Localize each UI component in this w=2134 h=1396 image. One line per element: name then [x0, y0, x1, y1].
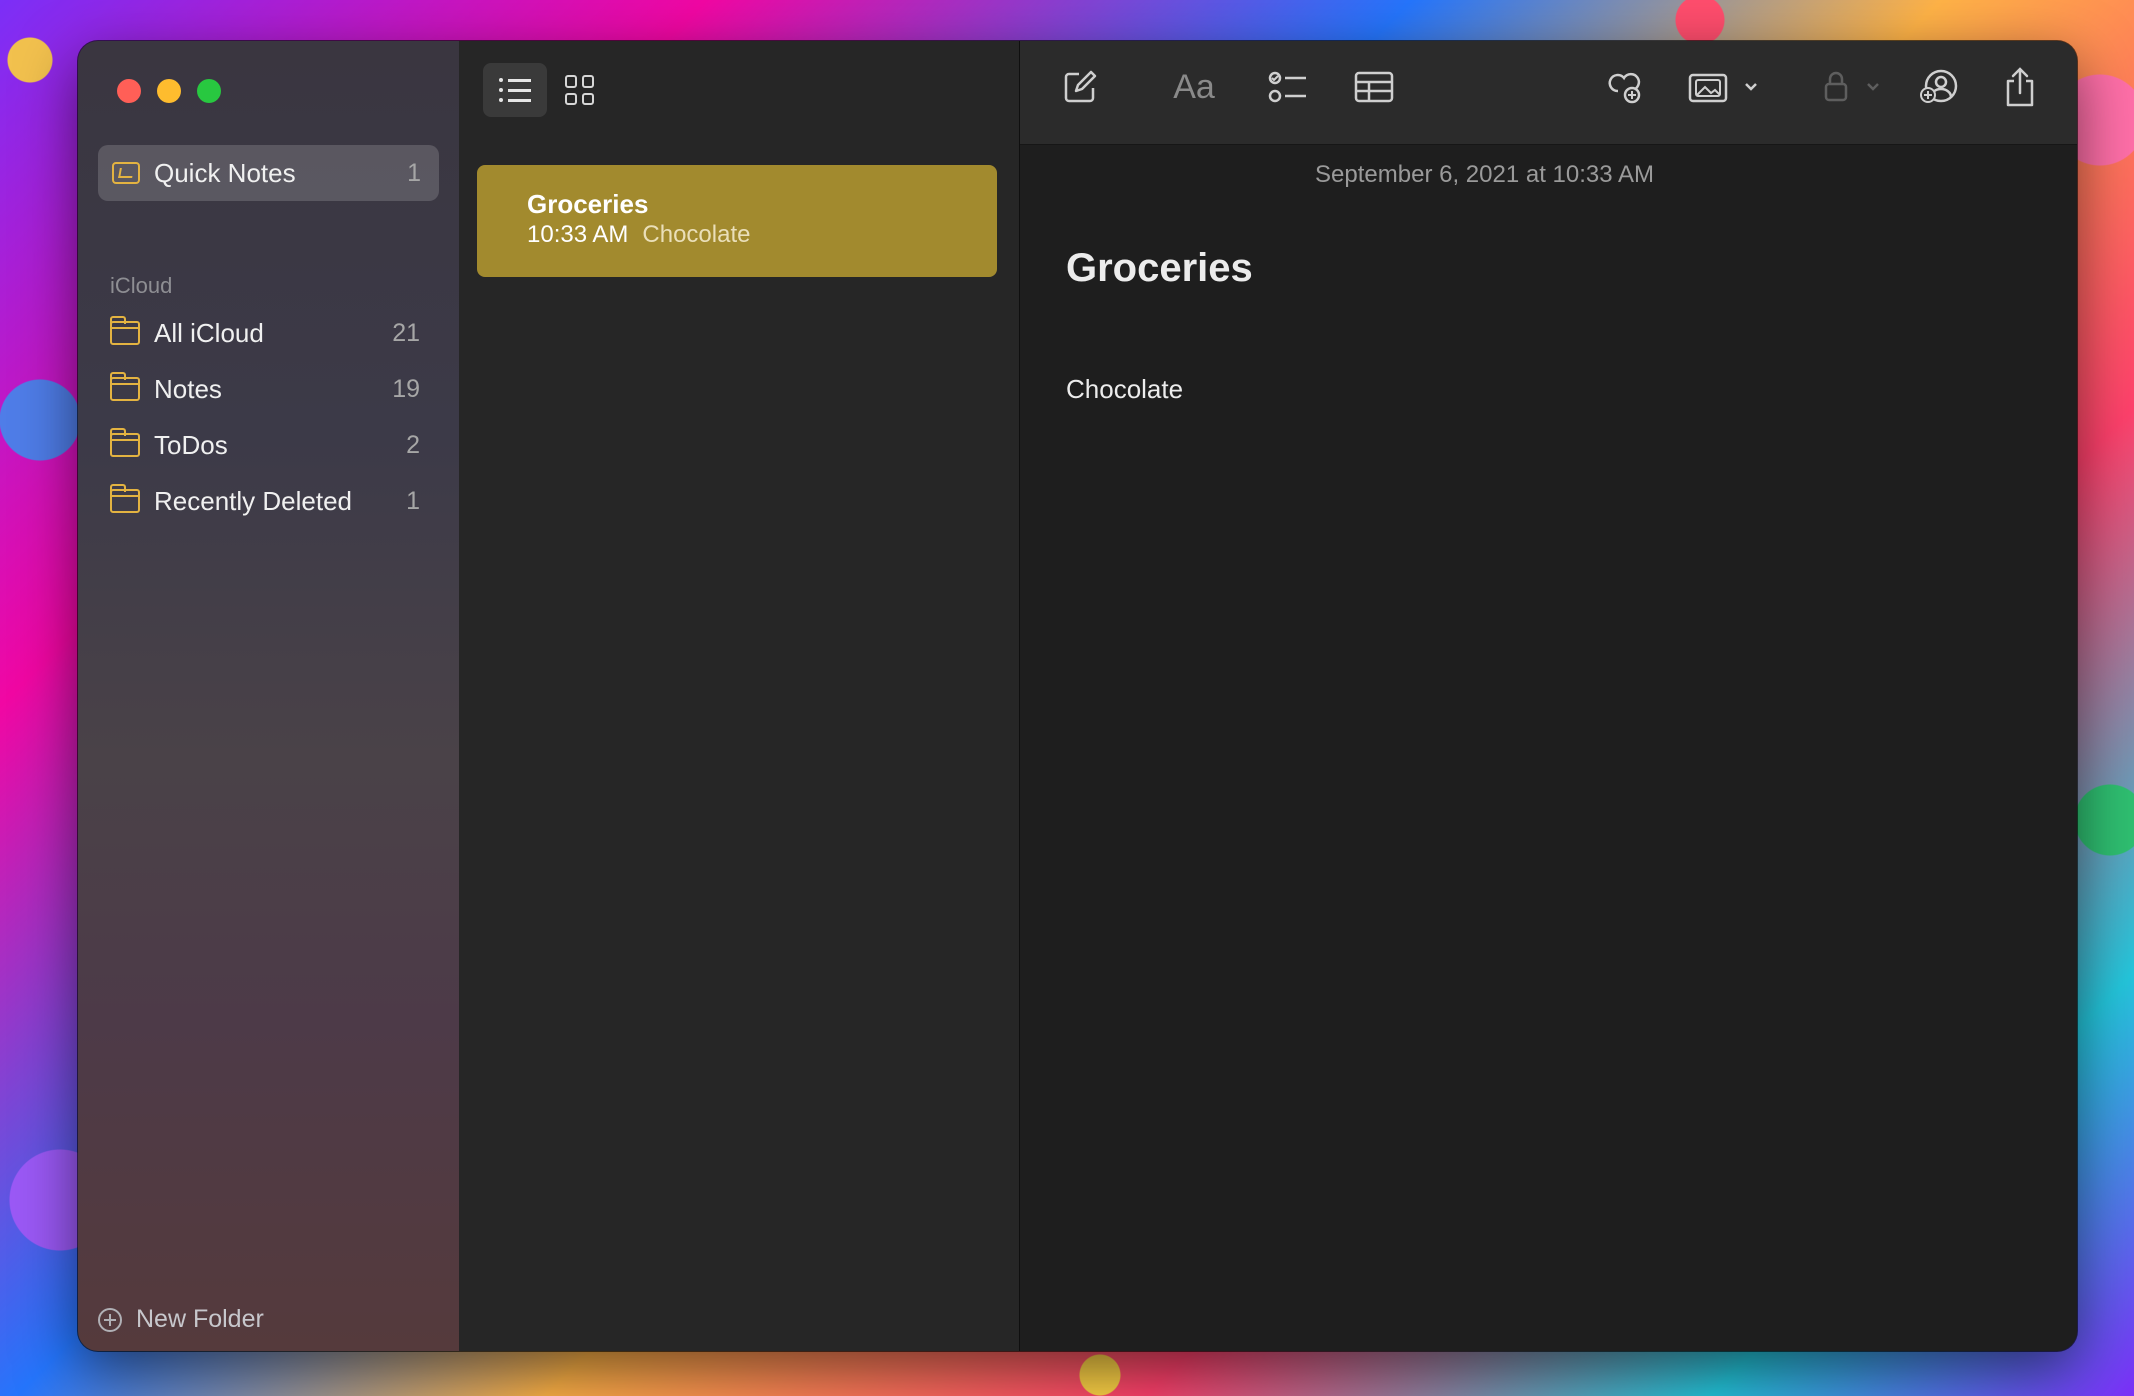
note-heading[interactable]: Groceries: [1066, 246, 1253, 291]
sidebar-item-label: All iCloud: [154, 317, 264, 348]
compose-icon[interactable]: [1060, 65, 1100, 109]
note-list: Groceries 10:33 AM Chocolate: [459, 41, 1059, 1351]
gallery-view-button[interactable]: [548, 63, 612, 117]
minimize-button[interactable]: [157, 79, 181, 103]
collaborate-icon[interactable]: [1602, 65, 1646, 109]
section-label-icloud: iCloud: [110, 273, 173, 298]
new-folder-button[interactable]: New Folder: [98, 1305, 264, 1334]
note-subtitle: 10:33 AM Chocolate: [527, 221, 750, 249]
folder-icon: [109, 372, 140, 401]
sidebar-item-all-icloud[interactable]: All iCloud 21: [109, 313, 430, 353]
sidebar-item-label: Quick Notes: [154, 157, 296, 188]
lock-icon[interactable]: [1820, 65, 1890, 109]
media-icon[interactable]: [1686, 65, 1770, 109]
new-folder-label: New Folder: [136, 1305, 264, 1333]
folder-icon: [109, 428, 140, 457]
sidebar-item-count: 1: [407, 158, 421, 187]
folder-icon: [109, 484, 140, 513]
list-icon: [499, 78, 531, 102]
note-body[interactable]: Chocolate: [1066, 374, 1183, 405]
sidebar-item-recently-deleted[interactable]: Recently Deleted 1: [109, 481, 430, 521]
note-time: 10:33 AM: [527, 221, 629, 248]
editor-toolbar: Aa: [1020, 41, 2077, 145]
grid-icon: [565, 75, 595, 105]
note-title: Groceries: [527, 189, 649, 219]
note-date: September 6, 2021 at 10:33 AM: [1315, 161, 1654, 188]
quick-note-icon: [112, 162, 140, 184]
sidebar-item-count: 1: [406, 486, 420, 515]
sidebar-item-count: 19: [392, 374, 420, 403]
note-list-item[interactable]: Groceries 10:33 AM Chocolate: [477, 165, 997, 277]
sidebar-item-label: Recently Deleted: [154, 485, 352, 516]
list-view-button[interactable]: [483, 63, 547, 117]
sidebar-item-todos[interactable]: ToDos 2: [109, 425, 430, 465]
sidebar-item-notes[interactable]: Notes 19: [109, 369, 430, 409]
sidebar-item-count: 2: [406, 430, 420, 459]
plus-circle-icon: [98, 1307, 122, 1332]
share-people-icon[interactable]: [1918, 65, 1962, 109]
sidebar-item-quick-notes[interactable]: Quick Notes 1: [98, 145, 439, 201]
format-button[interactable]: Aa: [1164, 65, 1224, 109]
sidebar-item-count: 21: [392, 318, 420, 347]
close-button[interactable]: [117, 79, 141, 103]
format-icon: Aa: [1173, 67, 1215, 106]
notes-window: Quick Notes 1 iCloud All iCloud 21 Notes…: [78, 41, 2077, 1351]
share-icon[interactable]: [2000, 65, 2040, 109]
zoom-button[interactable]: [197, 79, 221, 103]
sidebar-item-label: Notes: [154, 373, 222, 404]
sidebar: Quick Notes 1 iCloud All iCloud 21 Notes…: [78, 41, 460, 1351]
folder-icon: [109, 316, 140, 345]
checklist-icon[interactable]: [1266, 65, 1310, 109]
sidebar-item-label: ToDos: [154, 429, 228, 460]
note-editor: Aa September 6, 2021 at 10:33 AM Groceri…: [1020, 41, 2077, 1351]
table-icon[interactable]: [1352, 65, 1396, 109]
note-preview: Chocolate: [642, 221, 751, 248]
